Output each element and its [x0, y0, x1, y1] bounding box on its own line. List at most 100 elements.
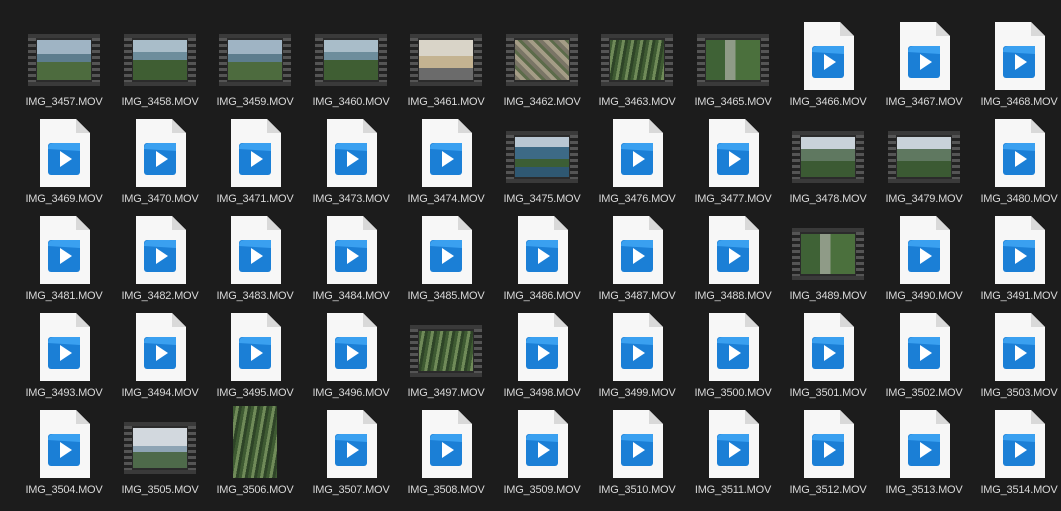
file-item[interactable]: IMG_3481.MOV [18, 206, 110, 302]
file-item[interactable]: IMG_3491.MOV [973, 206, 1061, 302]
file-item[interactable]: IMG_3475.MOV [496, 109, 588, 205]
file-item[interactable]: IMG_3467.MOV [878, 12, 970, 108]
video-file-icon [609, 117, 665, 189]
file-item[interactable]: IMG_3479.MOV [878, 109, 970, 205]
file-name-label: IMG_3477.MOV [694, 193, 772, 205]
video-file-icon [323, 214, 379, 286]
file-item[interactable]: IMG_3511.MOV [687, 400, 779, 496]
thumbnail-area [400, 303, 492, 387]
file-item[interactable]: IMG_3460.MOV [305, 12, 397, 108]
file-item[interactable]: IMG_3496.MOV [305, 303, 397, 399]
video-file-icon [609, 214, 665, 286]
file-item[interactable]: IMG_3493.MOV [18, 303, 110, 399]
file-item[interactable]: IMG_3514.MOV [973, 400, 1061, 496]
file-item[interactable]: IMG_3489.MOV [782, 206, 874, 302]
file-item[interactable]: IMG_3484.MOV [305, 206, 397, 302]
file-item[interactable]: IMG_3504.MOV [18, 400, 110, 496]
thumbnail-image [133, 40, 187, 80]
thumbnail-area [973, 206, 1061, 290]
file-name-label: IMG_3482.MOV [121, 290, 199, 302]
file-item[interactable]: IMG_3486.MOV [496, 206, 588, 302]
file-item[interactable]: IMG_3482.MOV [114, 206, 206, 302]
file-item[interactable]: IMG_3500.MOV [687, 303, 779, 399]
file-name-label: IMG_3473.MOV [312, 193, 390, 205]
file-item[interactable]: IMG_3512.MOV [782, 400, 874, 496]
file-item[interactable]: IMG_3495.MOV [209, 303, 301, 399]
file-item[interactable]: IMG_3498.MOV [496, 303, 588, 399]
thumbnail-area [305, 109, 397, 193]
video-file-icon [227, 311, 283, 383]
thumbnail-image [324, 40, 378, 80]
thumbnail-image [610, 40, 664, 80]
file-item[interactable]: IMG_3494.MOV [114, 303, 206, 399]
file-name-label: IMG_3500.MOV [694, 387, 772, 399]
file-item[interactable]: IMG_3485.MOV [400, 206, 492, 302]
file-item[interactable]: IMG_3466.MOV [782, 12, 874, 108]
file-item[interactable]: IMG_3499.MOV [591, 303, 683, 399]
file-item[interactable]: IMG_3509.MOV [496, 400, 588, 496]
thumbnail-area [973, 303, 1061, 387]
file-item[interactable]: IMG_3478.MOV [782, 109, 874, 205]
file-item[interactable]: IMG_3474.MOV [400, 109, 492, 205]
thumbnail-area [973, 12, 1061, 96]
file-item[interactable]: IMG_3490.MOV [878, 206, 970, 302]
video-file-icon [800, 20, 856, 92]
thumbnail-area [878, 303, 970, 387]
file-name-label: IMG_3505.MOV [121, 484, 199, 496]
file-item[interactable]: IMG_3487.MOV [591, 206, 683, 302]
file-name-label: IMG_3493.MOV [25, 387, 103, 399]
file-item[interactable]: IMG_3462.MOV [496, 12, 588, 108]
file-name-label: IMG_3489.MOV [789, 290, 867, 302]
thumbnail-area [591, 109, 683, 193]
thumbnail-area [18, 12, 110, 96]
file-item[interactable]: IMG_3505.MOV [114, 400, 206, 496]
thumbnail-image [419, 331, 473, 371]
file-name-label: IMG_3497.MOV [407, 387, 485, 399]
video-file-icon [991, 214, 1047, 286]
file-item[interactable]: IMG_3513.MOV [878, 400, 970, 496]
file-item[interactable]: IMG_3458.MOV [114, 12, 206, 108]
file-item[interactable]: IMG_3507.MOV [305, 400, 397, 496]
thumbnail-area [114, 400, 206, 484]
file-item[interactable]: IMG_3506.MOV [209, 400, 301, 496]
file-name-label: IMG_3458.MOV [121, 96, 199, 108]
file-item[interactable]: IMG_3510.MOV [591, 400, 683, 496]
thumbnail-image [706, 40, 760, 80]
file-item[interactable]: IMG_3469.MOV [18, 109, 110, 205]
video-file-icon [705, 408, 761, 480]
file-item[interactable]: IMG_3503.MOV [973, 303, 1061, 399]
thumbnail-area [18, 303, 110, 387]
file-item[interactable]: IMG_3480.MOV [973, 109, 1061, 205]
video-thumbnail [601, 34, 673, 86]
file-item[interactable]: IMG_3465.MOV [687, 12, 779, 108]
file-item[interactable]: IMG_3483.MOV [209, 206, 301, 302]
thumbnail-area [591, 400, 683, 484]
thumbnail-area [878, 109, 970, 193]
video-file-icon [418, 214, 474, 286]
file-item[interactable]: IMG_3470.MOV [114, 109, 206, 205]
file-item[interactable]: IMG_3502.MOV [878, 303, 970, 399]
file-item[interactable]: IMG_3477.MOV [687, 109, 779, 205]
file-item[interactable]: IMG_3476.MOV [591, 109, 683, 205]
thumbnail-area [782, 400, 874, 484]
video-thumbnail [410, 325, 482, 377]
thumbnail-area [18, 109, 110, 193]
file-name-label: IMG_3461.MOV [407, 96, 485, 108]
file-item[interactable]: IMG_3459.MOV [209, 12, 301, 108]
file-item[interactable]: IMG_3457.MOV [18, 12, 110, 108]
file-item[interactable]: IMG_3501.MOV [782, 303, 874, 399]
video-file-icon [418, 408, 474, 480]
file-item[interactable]: IMG_3508.MOV [400, 400, 492, 496]
file-name-label: IMG_3475.MOV [503, 193, 581, 205]
file-item[interactable]: IMG_3488.MOV [687, 206, 779, 302]
file-name-label: IMG_3504.MOV [25, 484, 103, 496]
file-name-label: IMG_3476.MOV [598, 193, 676, 205]
file-item[interactable]: IMG_3468.MOV [973, 12, 1061, 108]
file-item[interactable]: IMG_3471.MOV [209, 109, 301, 205]
file-item[interactable]: IMG_3497.MOV [400, 303, 492, 399]
file-item[interactable]: IMG_3463.MOV [591, 12, 683, 108]
file-name-label: IMG_3485.MOV [407, 290, 485, 302]
video-thumbnail [888, 131, 960, 183]
file-item[interactable]: IMG_3461.MOV [400, 12, 492, 108]
file-item[interactable]: IMG_3473.MOV [305, 109, 397, 205]
